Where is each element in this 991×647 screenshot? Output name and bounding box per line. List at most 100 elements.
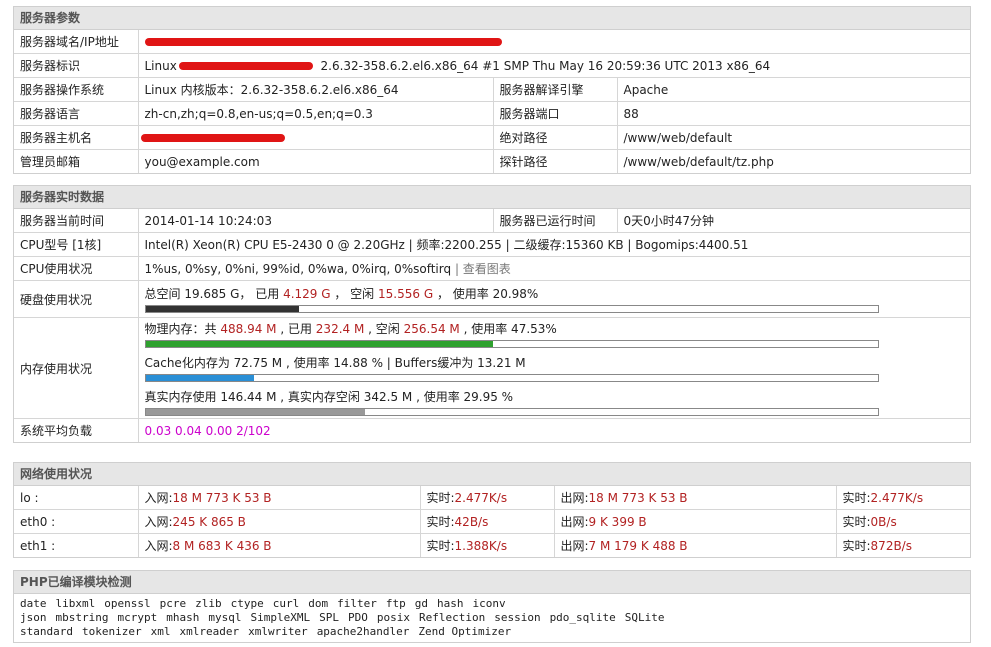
port-value: 88 [616, 101, 970, 126]
module-item: SimpleXML [250, 611, 311, 624]
module-item: tokenizer [81, 625, 142, 638]
domain-value [137, 30, 970, 54]
module-item: zlib [195, 597, 222, 610]
net-out: 出网:18 M 773 K 53 B [553, 486, 836, 510]
host-label: 服务器主机名 [14, 125, 138, 150]
module-item: Reflection [418, 611, 486, 624]
cache-mem-bar [144, 374, 879, 382]
abspath-value: /www/web/default [616, 125, 970, 150]
load-label: 系统平均负载 [14, 418, 138, 442]
disk-used: 4.129 G [283, 287, 331, 301]
cpu-usage-cell: 1%us, 0%sy, 0%ni, 99%id, 0%wa, 0%irq, 0%… [137, 256, 970, 281]
module-item: date [20, 597, 47, 610]
net-rt-in: 实时:42B/s [419, 509, 554, 534]
net-rt-out: 实时:0B/s [835, 509, 970, 534]
iface-name: lo : [20, 490, 39, 505]
real-mem-fill [145, 409, 365, 415]
cpu-value: Intel(R) Xeon(R) CPU E5-2430 0 @ 2.20GHz… [137, 232, 970, 257]
module-item: session [494, 611, 541, 624]
mem-label: 内存使用状况 [14, 317, 138, 419]
time-value: 2014-01-14 10:24:03 [137, 209, 493, 233]
admin-label: 管理员邮箱 [14, 149, 138, 173]
probe-label: 探针路径 [492, 149, 617, 173]
net-rt-in: 实时:2.477K/s [419, 486, 554, 510]
host-value [137, 125, 493, 150]
real-mem-bar [144, 408, 879, 416]
module-item: filter [337, 597, 377, 610]
probe-value: /www/web/default/tz.php [616, 149, 970, 173]
php-modules-panel: PHP已编译模块检测 date libxml openssl pcre zlib ctyp… [13, 570, 971, 643]
mem-cell: 物理内存：共 488.94 M , 已用 232.4 M , 空闲 256.54… [137, 317, 970, 419]
net-rt-out: 实时:872B/s [835, 533, 970, 557]
disk-usage-bar [144, 305, 879, 313]
module-item: openssl [104, 597, 151, 610]
module-item: xml [150, 625, 171, 638]
module-item: json [20, 611, 47, 624]
module-item: ftp [385, 597, 406, 610]
module-item: SQLite [624, 611, 665, 624]
net-rt-in: 实时:1.388K/s [419, 533, 554, 557]
time-label: 服务器当前时间 [20, 214, 105, 228]
network-row: lo : 入网:18 M 773 K 53 B 实时:2.477K/s 出网:1… [14, 486, 970, 510]
module-item: pcre [159, 597, 187, 610]
phys-mem-bar [144, 340, 879, 348]
module-item: mysql [208, 611, 242, 624]
os-label: 服务器操作系统 [14, 77, 138, 102]
redaction-mark [178, 62, 313, 70]
module-item: iconv [472, 597, 506, 610]
server-params-table: 服务器域名/IP地址 服务器标识 Linux 2.6.32-358.6.2.el… [14, 30, 970, 173]
module-item: apache2handler [316, 625, 410, 638]
ident-label: 服务器标识 [14, 53, 138, 78]
lang-label: 服务器语言 [14, 101, 138, 126]
phys-mem-fill [145, 341, 494, 347]
view-chart-link[interactable]: | 查看图表 [455, 262, 511, 276]
net-rt-out: 实时:2.477K/s [835, 486, 970, 510]
server-params-title: 服务器参数 [14, 7, 970, 30]
module-item: posix [376, 611, 410, 624]
real-mem-text: 真实内存使用 146.44 M , 真实内存空闲 342.5 M , 使用率 2… [144, 390, 514, 404]
php-modules-title: PHP已编译模块检测 [14, 571, 970, 594]
network-row: eth1 : 入网:8 M 683 K 436 B 实时:1.388K/s 出网… [14, 533, 970, 557]
network-title: 网络使用状况 [14, 463, 970, 486]
server-params-panel: 服务器参数 服务器域名/IP地址 服务器标识 Linux 2.6.32-358.… [13, 6, 971, 174]
module-line: json mbstring mcrypt mhash mysql SimpleXML SPL… [20, 611, 964, 625]
cache-mem-text: Cache化内存为 72.75 M , 使用率 14.88 % | Buffer… [144, 356, 526, 370]
redaction-mark [140, 134, 285, 142]
domain-label: 服务器域名/IP地址 [20, 35, 119, 49]
network-panel: 网络使用状况 lo : 入网:18 M 773 K 53 B 实时:2.477K… [13, 462, 971, 558]
abspath-label: 绝对路径 [492, 125, 617, 150]
module-line: date libxml openssl pcre zlib ctype curl dom fil… [20, 597, 964, 611]
disk-free: 15.556 G [378, 287, 434, 301]
os-value: Linux 内核版本：2.6.32-358.6.2.el6.x86_64 [137, 77, 493, 102]
disk-usage-fill [145, 306, 300, 312]
network-table: lo : 入网:18 M 773 K 53 B 实时:2.477K/s 出网:1… [14, 486, 970, 557]
engine-value: Apache [616, 77, 970, 102]
module-item: gd [414, 597, 428, 610]
module-item: pdo_sqlite [549, 611, 616, 624]
uptime-label: 服务器已运行时间 [492, 209, 617, 233]
cache-mem-fill [145, 375, 255, 381]
module-line: standard tokenizer xml xmlreader xmlwriter ap… [20, 625, 964, 639]
iface-name: eth0 : [14, 509, 138, 534]
module-item: xmlwriter [248, 625, 308, 638]
port-label: 服务器端口 [492, 101, 617, 126]
module-item: xmlreader [179, 625, 240, 638]
ident-value: Linux 2.6.32-358.6.2.el6.x86_64 #1 SMP T… [137, 53, 970, 78]
cpu-usage-label: CPU使用状况 [14, 256, 138, 281]
module-item: mbstring [55, 611, 109, 624]
php-modules-list: date libxml openssl pcre zlib ctype curl dom fil… [14, 594, 970, 642]
net-out: 出网:7 M 179 K 488 B [553, 533, 836, 557]
network-row: eth0 : 入网:245 K 865 B 实时:42B/s 出网:9 K 39… [14, 509, 970, 534]
module-item: standard [20, 625, 73, 638]
realtime-panel: 服务器实时数据 服务器当前时间 2014-01-14 10:24:03 服务器已… [13, 185, 971, 443]
net-in: 入网:18 M 773 K 53 B [137, 486, 420, 510]
net-in: 入网:245 K 865 B [137, 509, 420, 534]
module-item: ctype [230, 597, 264, 610]
module-item: SPL [319, 611, 339, 624]
cpu-label: CPU型号 [1核] [14, 232, 138, 257]
module-item: mcrypt [117, 611, 158, 624]
disk-label: 硬盘使用状况 [14, 280, 138, 318]
module-item: mhash [166, 611, 200, 624]
load-value: 0.03 0.04 0.00 2/102 [137, 418, 970, 442]
module-item: curl [272, 597, 300, 610]
